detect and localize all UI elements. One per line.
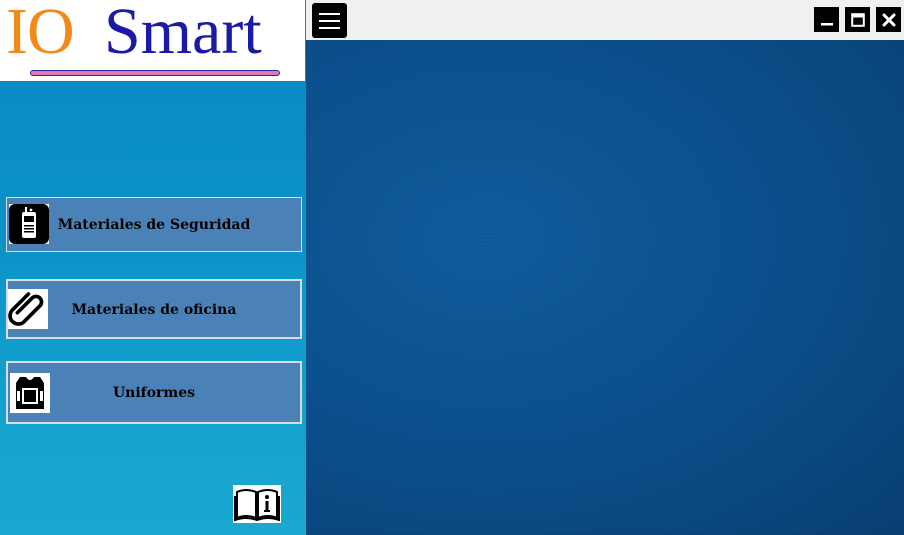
logo-underline [30, 70, 280, 76]
top-bar [306, 0, 904, 40]
book-info-icon[interactable] [233, 485, 281, 523]
app-logo: IO Smart [0, 0, 305, 81]
sidebar-item-label: Materiales de oficina [71, 302, 237, 318]
sidebar-item-label: Uniformes [112, 385, 196, 401]
maximize-icon[interactable] [845, 7, 870, 32]
sidebar-item-label: Materiales de Seguridad [57, 217, 251, 233]
logo-text-io: IO [6, 0, 75, 68]
sidebar-item-materiales-oficina[interactable]: Materiales de oficina [6, 279, 302, 339]
close-icon[interactable] [876, 7, 901, 32]
hamburger-icon[interactable] [312, 3, 347, 38]
sidebar-item-uniformes[interactable]: Uniformes [6, 361, 302, 424]
minimize-icon[interactable] [814, 7, 839, 32]
sidebar-item-materiales-seguridad[interactable]: Materiales de Seguridad [6, 197, 302, 252]
sidebar: IO Smart Materiales de Seguridad Materia [0, 0, 306, 535]
logo-text-smart: Smart [104, 0, 262, 68]
main-content-area [306, 40, 904, 535]
